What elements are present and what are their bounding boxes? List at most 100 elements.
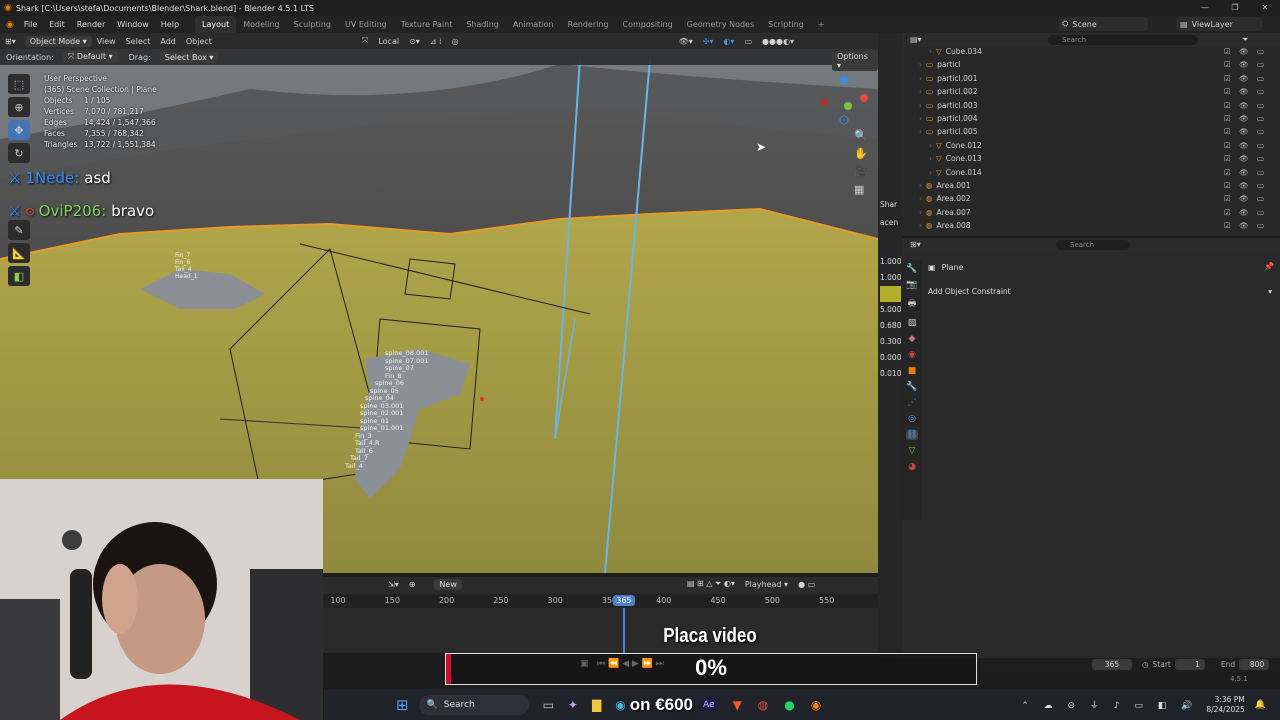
edge-icon[interactable]: ◉ — [615, 698, 625, 712]
current-frame-field[interactable]: 365 — [1092, 659, 1132, 670]
record-icon[interactable]: ● ▭ — [793, 580, 820, 589]
snap-icon[interactable]: ⊿ ⁞ — [425, 37, 447, 46]
taskbar-clock[interactable]: 3:36 PM 8/24/2025 — [1206, 695, 1244, 715]
new-action-button[interactable]: New — [434, 578, 462, 590]
outliner-editor-icon[interactable]: ▤▾ — [910, 35, 922, 44]
camera-view-icon[interactable]: 🎥 — [854, 165, 868, 178]
scene-tab-icon[interactable]: ◆ — [909, 334, 916, 344]
tab-modeling[interactable]: Modeling — [236, 16, 286, 33]
editor-type-icon[interactable]: ⊞▾ — [0, 37, 21, 46]
gizmo-icon[interactable]: ✣▾ — [698, 37, 719, 46]
visibility-toggle-icons[interactable]: ☑ 👁 ▭ — [1224, 47, 1267, 56]
proportional-edit-icon[interactable]: ◎ — [447, 37, 464, 46]
chrome-icon[interactable]: ◍ — [758, 698, 768, 712]
tab-uv-editing[interactable]: UV Editing — [338, 16, 394, 33]
menu-render[interactable]: Render — [71, 16, 111, 33]
pan-hand-icon[interactable]: ✋ — [854, 147, 868, 160]
outliner-row[interactable]: › ▭ particl.003 ☑ 👁 ▭ — [902, 99, 1280, 112]
move-tool-icon[interactable]: ✥ — [8, 120, 30, 140]
visibility-toggle-icons[interactable]: ☑ 👁 ▭ — [1224, 60, 1267, 69]
outliner-row[interactable]: › ◍ Area.007 ☑ 👁 ▭ — [902, 206, 1280, 219]
copilot-icon[interactable]: ✦ — [568, 698, 578, 712]
blender-menu-icon[interactable]: ◉ — [0, 20, 18, 30]
minimize-button[interactable]: — — [1190, 0, 1220, 16]
playback-controls[interactable]: ▣ ⏮ ⏪ ◀ ▶ ⏩ ⏭ — [580, 659, 664, 669]
properties-editor-icon[interactable]: ⊞▾ — [910, 240, 921, 249]
object-tab-icon[interactable]: ■ — [908, 366, 917, 376]
pivot-icon[interactable]: ⊙▾ — [404, 37, 425, 46]
filter-icon[interactable]: ⏷ — [1242, 35, 1248, 45]
menu-view[interactable]: View — [92, 37, 121, 46]
grid-view-icon[interactable]: ▦ — [854, 183, 868, 196]
tool-tab-icon[interactable]: 🔧 — [906, 264, 917, 274]
tab-layout[interactable]: Layout — [195, 16, 237, 33]
transform-orientation-icon[interactable]: ⤧ — [357, 36, 373, 46]
add-constraint-button[interactable]: Add Object Constraint ▾ — [928, 286, 1272, 298]
outliner-row[interactable]: › ▭ particl.002 ☑ 👁 ▭ — [902, 85, 1280, 98]
zoom-icon[interactable]: 🔍 — [854, 129, 868, 142]
tab-sculpting[interactable]: Sculpting — [287, 16, 338, 33]
end-field[interactable]: 800 — [1239, 659, 1270, 670]
modifier-tab-icon[interactable]: 🔧 — [906, 382, 917, 392]
constraints-tab-icon[interactable]: ⛓ — [906, 430, 918, 440]
visibility-toggle-icons[interactable]: ☑ 👁 ▭ — [1224, 74, 1267, 83]
outliner-row[interactable]: › ▽ Cone.012 ☑ 👁 ▭ — [902, 139, 1280, 152]
viewlayer-selector[interactable]: ▤ ViewLayer — [1176, 17, 1262, 31]
tab-shading[interactable]: Shading — [459, 16, 506, 33]
close-button[interactable]: ✕ — [1250, 0, 1280, 16]
cursor-tool-icon[interactable]: ⊕ — [8, 97, 30, 117]
timeline-editor-icon[interactable]: ⇲▾ — [383, 580, 404, 589]
visibility-icon[interactable]: 👁▾ — [674, 37, 698, 46]
render-tab-icon[interactable]: 📷 — [906, 280, 917, 290]
drag-dropdown[interactable]: Select Box ▾ — [159, 51, 219, 63]
visibility-toggle-icons[interactable]: ☑ 👁 ▭ — [1224, 141, 1267, 150]
options-button[interactable]: Options ▾ — [832, 51, 878, 71]
tray-icons[interactable]: ⌃ ☁ ⊝ ⏚ ♪ ▭ ◧ 🔊 — [1021, 698, 1198, 711]
xray-icon[interactable]: ▭ — [739, 37, 757, 46]
task-view-icon[interactable]: ▭ — [543, 698, 554, 712]
outliner-row[interactable]: › ▭ particl ☑ 👁 ▭ — [902, 58, 1280, 71]
outliner-row[interactable]: › ▭ particl.004 ☑ 👁 ▭ — [902, 112, 1280, 125]
visibility-toggle-icons[interactable]: ☑ 👁 ▭ — [1224, 181, 1267, 190]
taskbar-search[interactable]: 🔍 Search — [418, 694, 529, 715]
blender-taskbar-icon[interactable]: ◉ — [811, 698, 821, 712]
outliner-search-input[interactable]: Search — [1048, 35, 1198, 45]
tab-animation[interactable]: Animation — [506, 16, 561, 33]
tab-compositing[interactable]: Compositing — [616, 16, 680, 33]
menu-window[interactable]: Window — [111, 16, 155, 33]
transform-orientation[interactable]: Local — [373, 37, 404, 46]
navigation-gizmo[interactable] — [818, 74, 872, 128]
maximize-button[interactable]: ❐ — [1220, 0, 1250, 16]
timeline-ruler[interactable]: 100 150 200 250 300 350 400 450 500 550 — [323, 594, 878, 608]
material-tab-icon[interactable]: ◕ — [908, 462, 916, 472]
menu-object[interactable]: Object — [181, 37, 217, 46]
file-explorer-icon[interactable]: ▇ — [592, 698, 601, 712]
menu-help[interactable]: Help — [155, 16, 185, 33]
view-layer-tab-icon[interactable]: ▧ — [908, 318, 917, 328]
particles-tab-icon[interactable]: ⋰ — [908, 398, 917, 408]
add-workspace-icon[interactable]: + — [811, 16, 832, 33]
shading-modes-icon[interactable]: ●●●◐▾ — [757, 37, 799, 46]
visibility-toggle-icons[interactable]: ☑ 👁 ▭ — [1224, 221, 1267, 230]
visibility-toggle-icons[interactable]: ☑ 👁 ▭ — [1224, 168, 1267, 177]
menu-edit[interactable]: Edit — [43, 16, 71, 33]
tab-geometry-nodes[interactable]: Geometry Nodes — [680, 16, 761, 33]
brave-icon[interactable]: ▼ — [733, 698, 742, 712]
orientation-dropdown[interactable]: ⤧ Default ▾ — [62, 51, 118, 63]
timeline-view-icons[interactable]: ▤ ⊞ △ ⏷ ◐▾ — [682, 579, 740, 589]
rotate-tool-icon[interactable]: ↻ — [8, 143, 30, 163]
tab-rendering[interactable]: Rendering — [561, 16, 616, 33]
outliner-row[interactable]: › ▭ particl.005 ☑ 👁 ▭ — [902, 125, 1280, 138]
windows-start-icon[interactable]: ⊞ — [396, 696, 409, 714]
playhead-dropdown[interactable]: Playhead ▾ — [740, 580, 793, 589]
add-keyframe-icon[interactable]: ⊕ — [404, 580, 421, 589]
annotate-tool-icon[interactable]: ✎ — [8, 220, 30, 240]
tab-texture-paint[interactable]: Texture Paint — [394, 16, 460, 33]
world-tab-icon[interactable]: ◉ — [908, 350, 916, 360]
outliner-row[interactable]: › ◍ Area.008 ☑ 👁 ▭ — [902, 219, 1280, 232]
visibility-toggle-icons[interactable]: ☑ 👁 ▭ — [1224, 114, 1267, 123]
outliner-row[interactable]: › ▭ particl.001 ☑ 👁 ▭ — [902, 72, 1280, 85]
select-tool-icon[interactable]: ⬚ — [8, 74, 30, 94]
physics-tab-icon[interactable]: ◎ — [908, 414, 916, 424]
after-effects-icon[interactable]: Ae — [701, 698, 717, 711]
